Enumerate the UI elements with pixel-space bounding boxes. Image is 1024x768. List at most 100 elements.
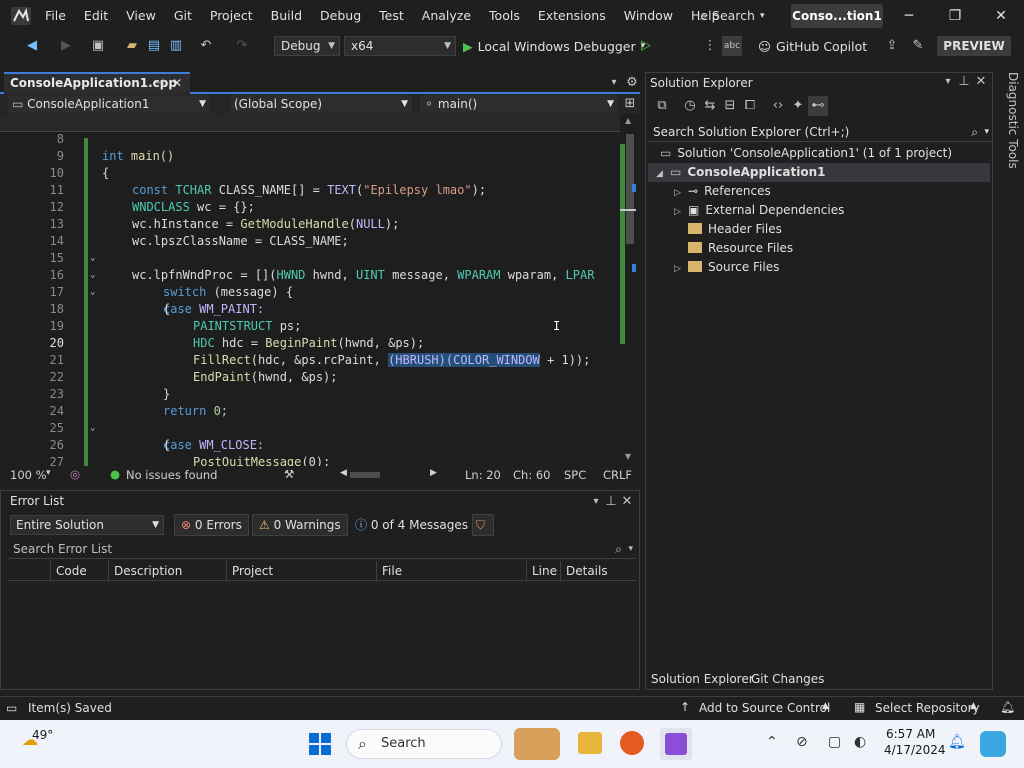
tree-item-resource-files[interactable]: Resource Files	[688, 239, 793, 258]
scope-nav-dropdown[interactable]: (Global Scope) ▼	[230, 95, 412, 113]
search-menu[interactable]: ⌕ Search ▾	[700, 0, 786, 32]
column-project[interactable]: Project	[226, 561, 273, 581]
filter-icon[interactable]: ⛉	[472, 514, 494, 536]
column-indicator[interactable]: Ch: 60	[513, 468, 550, 482]
widget-cat-icon[interactable]	[514, 728, 560, 760]
collapse-all-icon[interactable]: ⊟	[720, 96, 740, 116]
sync-icon[interactable]: ⇆	[700, 96, 720, 116]
properties-wrench-icon[interactable]: ✦	[788, 96, 808, 116]
tree-item-source-files[interactable]: ▷ Source Files	[674, 258, 779, 277]
tab-consoleapplication1-cpp[interactable]: ConsoleApplication1.cpp ⊣ ✕	[4, 72, 190, 94]
menu-project[interactable]: Project	[201, 0, 262, 32]
file-explorer-icon[interactable]	[578, 732, 602, 754]
pending-changes-icon[interactable]: ◷	[680, 96, 700, 116]
menu-view[interactable]: View	[117, 0, 165, 32]
cleanup-icon[interactable]: ⚒	[284, 467, 294, 481]
tree-item-external-dependencies[interactable]: ▷ ▣ External Dependencies	[674, 201, 844, 220]
solution-title-badge[interactable]: Conso...tion1	[791, 4, 883, 28]
error-scope-dropdown[interactable]: Entire Solution ▼	[10, 515, 164, 535]
editor-vertical-scrollbar[interactable]: ▲ ▼	[620, 114, 636, 466]
clock-date[interactable]: 4/17/2024	[884, 743, 946, 757]
undo-icon[interactable]: ↶	[196, 36, 216, 56]
minimize-button[interactable]: ─	[886, 0, 932, 32]
member-nav-dropdown[interactable]: ⚬ main() ▼	[420, 95, 618, 113]
scroll-right-icon[interactable]: ▶	[430, 468, 437, 478]
preview-badge[interactable]: PREVIEW	[937, 36, 1011, 56]
diagnostic-tools-tab[interactable]: Diagnostic Tools	[998, 72, 1020, 172]
forward-icon[interactable]: ▶	[56, 36, 76, 56]
back-icon[interactable]: ◀	[22, 36, 42, 56]
line-ending-indicator[interactable]: CRLF	[603, 468, 632, 482]
close-tab-icon[interactable]: ✕	[172, 74, 182, 93]
tab-git-changes[interactable]: Git Changes	[751, 668, 824, 690]
view-code-icon[interactable]: ‹›	[768, 96, 788, 116]
start-debugging-button[interactable]: ▶ Local Windows Debugger ▾	[463, 36, 645, 56]
menu-git[interactable]: Git	[165, 0, 201, 32]
firefox-icon[interactable]	[620, 731, 644, 755]
notification-bell-icon[interactable]: 🔔︎	[948, 734, 966, 750]
tree-project[interactable]: ◢ ▭ ConsoleApplication1	[648, 163, 990, 182]
solution-explorer-search-input[interactable]: Search Solution Explorer (Ctrl+;) ⌕ ▾	[648, 122, 992, 142]
display-icon[interactable]: ▢	[828, 734, 841, 750]
error-list-search-input[interactable]: Search Error List ⌕ ▾	[8, 539, 636, 559]
menu-tools[interactable]: Tools	[480, 0, 529, 32]
open-folder-icon[interactable]: ▰	[122, 36, 142, 56]
weather-temperature[interactable]: 49°	[32, 728, 53, 742]
column-line[interactable]: Line	[526, 561, 557, 581]
visual-studio-taskbar-icon[interactable]	[660, 728, 692, 760]
save-icon[interactable]: ▤	[144, 36, 164, 56]
close-panel-icon[interactable]: ✕	[971, 72, 991, 92]
messages-filter-button[interactable]: ⓘ 0 of 4 Messages	[348, 514, 475, 536]
save-all-icon[interactable]: ▥	[166, 36, 186, 56]
warnings-filter-button[interactable]: ⚠ 0 Warnings	[252, 514, 348, 536]
horizontal-scroll-thumb[interactable]	[350, 472, 380, 478]
errors-filter-button[interactable]: ⊗ 0 Errors	[174, 514, 249, 536]
pin-icon[interactable]: ⊣	[154, 74, 164, 93]
code-editor[interactable]: 8 int main() 9 { 10 const TCHAR CLASS_NA…	[0, 114, 636, 466]
indent-indicator[interactable]: SPC	[564, 468, 586, 482]
settings-gear-icon[interactable]: ⚙	[622, 73, 642, 93]
tab-list-dropdown-icon[interactable]: ▾	[604, 73, 624, 93]
redo-icon[interactable]: ↷	[232, 36, 252, 56]
column-file[interactable]: File	[376, 561, 402, 581]
menu-build[interactable]: Build	[262, 0, 311, 32]
scroll-left-icon[interactable]: ◀	[340, 468, 347, 478]
copilot-status-icon[interactable]: ◎	[70, 467, 80, 481]
issues-status[interactable]: No issues found	[126, 468, 217, 482]
share-icon[interactable]: ⇪	[882, 36, 902, 56]
clock-time[interactable]: 6:57 AM	[886, 727, 935, 741]
show-all-files-icon[interactable]: ⧠	[740, 96, 760, 116]
menu-analyze[interactable]: Analyze	[413, 0, 480, 32]
select-repository-button[interactable]: Select Repository	[875, 701, 980, 715]
menu-test[interactable]: Test	[370, 0, 413, 32]
tab-solution-explorer[interactable]: Solution Explorer	[651, 668, 754, 690]
chevron-up-icon[interactable]: ⌃	[766, 734, 778, 750]
start-windows-icon[interactable]	[309, 733, 331, 755]
add-to-source-control-button[interactable]: Add to Source Control	[699, 701, 830, 715]
platform-dropdown[interactable]: x64 ▼	[344, 36, 456, 56]
menu-extensions[interactable]: Extensions	[529, 0, 615, 32]
network-off-icon[interactable]: ⊘	[796, 734, 808, 750]
menu-file[interactable]: File	[36, 0, 75, 32]
hot-reload-icon[interactable]: ⋮	[700, 36, 720, 56]
split-editor-icon[interactable]: ⊞	[620, 94, 640, 114]
menu-window[interactable]: Window	[615, 0, 682, 32]
copilot-taskbar-icon[interactable]	[980, 731, 1006, 757]
close-window-button[interactable]: ✕	[978, 0, 1024, 32]
column-code[interactable]: Code	[50, 561, 87, 581]
configuration-dropdown[interactable]: Debug ▼	[274, 36, 340, 56]
preview-selected-icon[interactable]: ⊷	[808, 96, 828, 116]
tree-item-references[interactable]: ▷ ⊸ References	[674, 182, 771, 201]
taskbar-search-box[interactable]: ⌕ Search	[346, 729, 502, 759]
volume-icon[interactable]: ◐	[854, 734, 866, 750]
switch-views-icon[interactable]: ⧉	[652, 96, 672, 116]
column-details[interactable]: Details	[560, 561, 608, 581]
new-project-icon[interactable]: ▣	[88, 36, 108, 56]
chevron-down-icon[interactable]: ▾	[46, 468, 51, 478]
project-nav-dropdown[interactable]: ▭ ConsoleApplication1 ▼	[8, 95, 210, 113]
tree-solution[interactable]: ▭ Solution 'ConsoleApplication1' (1 of 1 …	[660, 144, 952, 163]
zoom-level[interactable]: 100 %	[10, 468, 47, 482]
menu-edit[interactable]: Edit	[75, 0, 117, 32]
feedback-icon[interactable]: ✎	[908, 36, 928, 56]
github-copilot-button[interactable]: ☺ GitHub Copilot	[758, 36, 867, 56]
